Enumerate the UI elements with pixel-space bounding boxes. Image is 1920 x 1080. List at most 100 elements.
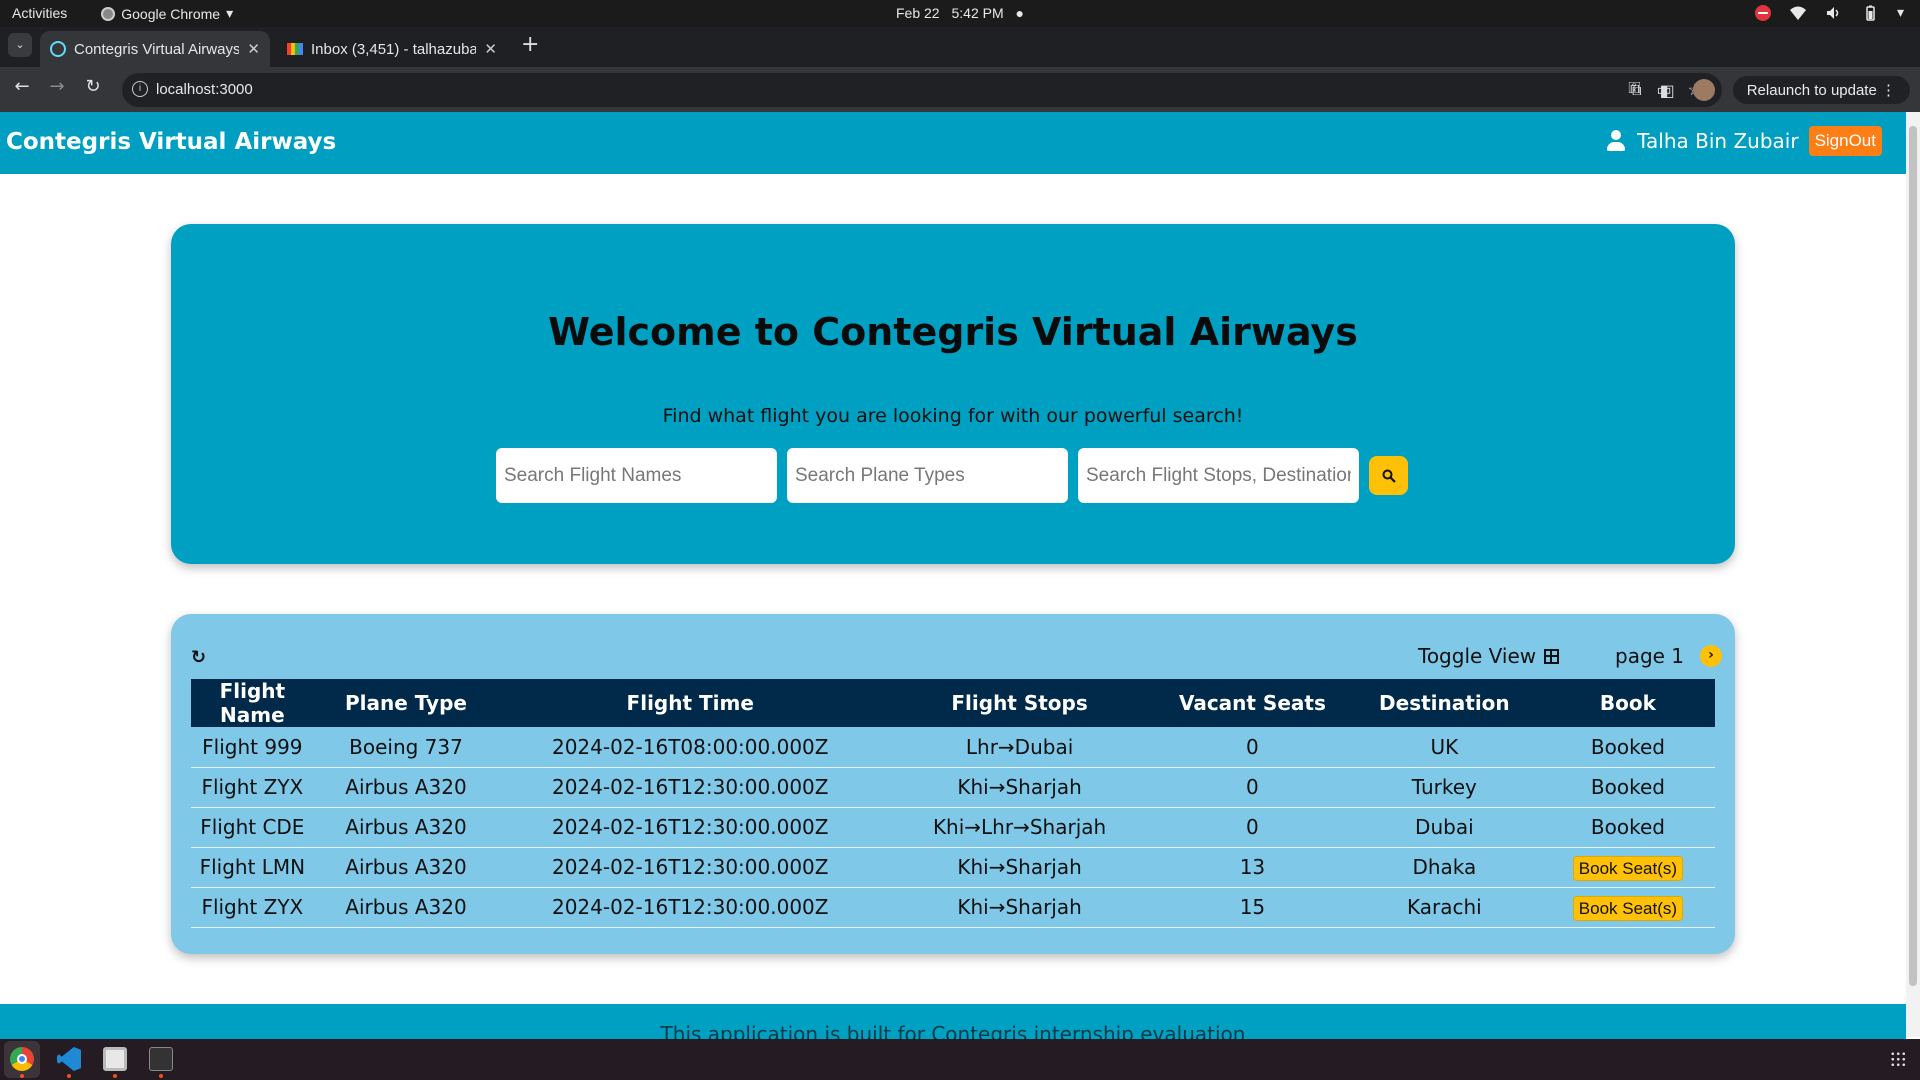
- plane-type-cell: Airbus A320: [313, 847, 499, 888]
- show-apps-grid-icon[interactable]: [1890, 1051, 1906, 1067]
- flight-stops-cell: Khi→Sharjah: [882, 767, 1157, 808]
- clock-time: 5:42 PM: [951, 5, 1004, 21]
- tab-search-button[interactable]: ⌄: [8, 33, 32, 57]
- table-row: Flight CDE Airbus A320 2024-02-16T12:30:00…: [191, 807, 1715, 848]
- grid-icon: [1544, 648, 1560, 664]
- page-label: page 1: [1615, 644, 1685, 668]
- clock-date: Feb 22: [896, 5, 940, 21]
- search-button[interactable]: [1369, 456, 1408, 495]
- flight-name-cell: Flight ZYX: [191, 767, 314, 808]
- search-flight-name-input[interactable]: [496, 448, 777, 503]
- plane-type-cell: Boeing 737: [313, 727, 499, 768]
- page-scrollbar[interactable]: [1906, 112, 1920, 1037]
- table-row: Flight LMN Airbus A320 2024-02-16T12:30:00…: [191, 847, 1715, 888]
- booked-status: Booked: [1590, 734, 1665, 759]
- next-page-button[interactable]: ›: [1700, 645, 1723, 667]
- pagination: page 1 ›: [1615, 644, 1723, 668]
- flight-stops-cell: Lhr→Dubai: [882, 727, 1157, 768]
- profile-avatar[interactable]: [1692, 79, 1715, 101]
- reload-icon[interactable]: ↻: [80, 76, 106, 97]
- brand-title[interactable]: Contegris Virtual Airways: [6, 129, 336, 155]
- book-seats-button[interactable]: Book Seat(s): [1572, 856, 1684, 881]
- volume-icon[interactable]: [1825, 5, 1843, 21]
- files-taskbar-icon[interactable]: [103, 1047, 127, 1071]
- clock[interactable]: Feb 22 5:42 PM ●: [0, 5, 1920, 21]
- search-stops-input[interactable]: [1078, 448, 1359, 503]
- flights-table: Flight Name Plane Type Flight Time Fligh…: [191, 679, 1715, 928]
- tab-title: Inbox (3,451) - talhazubair: [311, 40, 477, 58]
- wifi-icon[interactable]: [1789, 5, 1807, 21]
- column-header: Destination: [1347, 679, 1541, 727]
- signout-button[interactable]: SignOut: [1808, 126, 1882, 156]
- running-indicator: [67, 1074, 71, 1078]
- column-header: Book: [1540, 679, 1715, 727]
- os-taskbar: [0, 1039, 1920, 1080]
- table-row: Flight 999 Boeing 737 2024-02-16T08:00:00.…: [191, 727, 1715, 768]
- relaunch-label: Relaunch to update: [1746, 82, 1877, 99]
- extensions-puzzle-icon[interactable]: ⧉: [1630, 80, 1641, 100]
- book-seats-button[interactable]: Book Seat(s): [1572, 896, 1684, 921]
- book-cell: Booked: [1540, 727, 1715, 768]
- site-info-icon[interactable]: i: [132, 81, 148, 97]
- scrollbar-thumb[interactable]: [1909, 126, 1917, 986]
- forward-arrow-icon[interactable]: →: [44, 76, 70, 97]
- plane-type-cell: Airbus A320: [313, 807, 499, 848]
- flight-stops-cell: Khi→Lhr→Sharjah: [882, 807, 1157, 848]
- browser-toolbar: ← → ↻ i localhost:3000 ⚿ ▭ ☆ ⧉ ◧ Relaunc…: [0, 67, 1920, 112]
- new-tab-button[interactable]: +: [521, 32, 539, 57]
- destination-cell: Dubai: [1347, 807, 1541, 848]
- tab-gmail-inbox[interactable]: Inbox (3,451) - talhazubair ✕: [277, 31, 507, 67]
- flight-time-cell: 2024-02-16T08:00:00.000Z: [498, 727, 883, 768]
- user-area: Talha Bin Zubair SignOut: [1605, 126, 1882, 156]
- search-plane-type-input[interactable]: [787, 448, 1068, 503]
- vscode-taskbar-icon[interactable]: [57, 1047, 81, 1071]
- flight-time-cell: 2024-02-16T12:30:00.000Z: [498, 767, 883, 808]
- system-menu-caret-icon[interactable]: ▾: [1897, 4, 1904, 21]
- notification-dot-icon: ●: [1015, 5, 1024, 21]
- hero-section: Welcome to Contegris Virtual Airways Fin…: [171, 224, 1735, 564]
- booked-status: Booked: [1590, 775, 1665, 799]
- destination-cell: Karachi: [1347, 887, 1541, 928]
- close-tab-icon[interactable]: ✕: [247, 40, 260, 58]
- toggle-view-label: Toggle View: [1418, 644, 1537, 668]
- refresh-icon[interactable]: ↻: [191, 647, 206, 668]
- search-icon: [1382, 469, 1396, 483]
- table-header-row: Flight Name Plane Type Flight Time Fligh…: [191, 679, 1715, 727]
- address-bar[interactable]: i localhost:3000 ⚿ ▭ ☆: [122, 73, 1722, 107]
- relaunch-button[interactable]: Relaunch to update ⋮: [1732, 76, 1910, 104]
- vacant-seats-cell: 15: [1156, 887, 1348, 928]
- running-indicator: [20, 1074, 24, 1078]
- flight-name-cell: Flight 999: [191, 727, 314, 768]
- toggle-view-button[interactable]: Toggle View: [1418, 644, 1560, 668]
- destination-cell: UK: [1347, 727, 1541, 768]
- flights-panel: ↻ Toggle View page 1 › Flight Name Plane…: [171, 614, 1735, 954]
- tab-contegris[interactable]: Contegris Virtual Airways ✕: [40, 31, 270, 67]
- side-panel-icon[interactable]: ◧: [1660, 81, 1675, 100]
- url-text: localhost:3000: [156, 81, 253, 98]
- gmail-favicon-icon: [287, 43, 303, 55]
- book-cell: Book Seat(s): [1540, 887, 1715, 928]
- flight-time-cell: 2024-02-16T12:30:00.000Z: [498, 807, 883, 848]
- hero-title: Welcome to Contegris Virtual Airways: [548, 310, 1358, 354]
- flight-name-cell: Flight ZYX: [191, 887, 314, 928]
- react-favicon-icon: [50, 41, 66, 57]
- do-not-disturb-icon[interactable]: [1754, 4, 1771, 21]
- close-tab-icon[interactable]: ✕: [484, 40, 497, 58]
- destination-cell: Turkey: [1347, 767, 1541, 808]
- running-indicator: [113, 1074, 117, 1078]
- chevron-right-icon: ›: [1708, 647, 1714, 663]
- flight-name-cell: Flight CDE: [191, 807, 314, 848]
- vacant-seats-cell: 13: [1156, 847, 1348, 888]
- flight-time-cell: 2024-02-16T12:30:00.000Z: [498, 847, 883, 888]
- vacant-seats-cell: 0: [1156, 807, 1348, 848]
- tab-title: Contegris Virtual Airways: [74, 40, 240, 58]
- book-cell: Booked: [1540, 767, 1715, 808]
- terminal-taskbar-icon[interactable]: [149, 1047, 173, 1071]
- battery-icon[interactable]: [1861, 5, 1879, 21]
- chrome-taskbar-icon[interactable]: [10, 1047, 34, 1071]
- app-navbar: Contegris Virtual Airways Talha Bin Zuba…: [0, 112, 1906, 174]
- book-cell: Book Seat(s): [1540, 847, 1715, 888]
- back-arrow-icon[interactable]: ←: [9, 76, 35, 97]
- plane-type-cell: Airbus A320: [313, 767, 499, 808]
- vacant-seats-cell: 0: [1156, 767, 1348, 808]
